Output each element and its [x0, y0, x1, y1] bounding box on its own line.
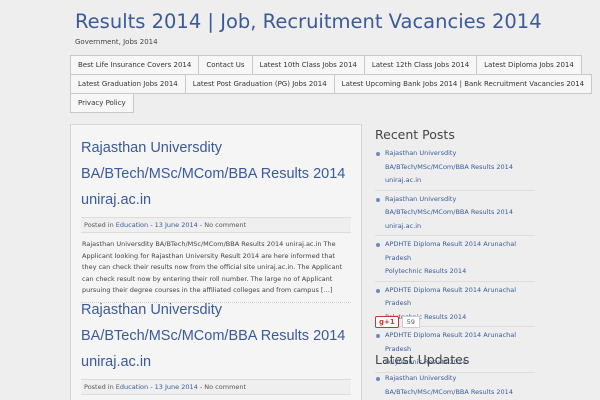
update-item[interactable]: Rajasthan Universdity BA/BTech/MSc/MCom/…: [375, 370, 535, 400]
category-link[interactable]: Education: [116, 221, 148, 229]
nav-item-life-insurance[interactable]: Best Life Insurance Covers 2014: [70, 55, 200, 75]
post-entry: Rajasthan Universdity BA/BTech/MSc/MCom/…: [81, 297, 351, 395]
gplus-count: 59: [401, 316, 421, 328]
content-area: Rajasthan Universdity BA/BTech/MSc/MCom/…: [70, 124, 362, 400]
meta-prefix: Posted in: [84, 221, 114, 229]
nav-item-pg-jobs[interactable]: Latest Post Graduation (PG) Jobs 2014: [184, 74, 335, 94]
main-navigation: Best Life Insurance Covers 2014 Contact …: [70, 55, 593, 113]
nav-row: Latest Graduation Jobs 2014 Latest Post …: [70, 74, 593, 94]
post-title-line[interactable]: Rajasthan Universdity: [81, 135, 351, 161]
gplus-label: +1: [384, 318, 395, 326]
post-title[interactable]: Rajasthan Universdity BA/BTech/MSc/MCom/…: [81, 135, 351, 213]
nav-item-10th-jobs[interactable]: Latest 10th Class Jobs 2014: [251, 55, 365, 75]
site-description: Government, Jobs 2014: [75, 38, 158, 46]
nav-item-12th-jobs[interactable]: Latest 12th Class Jobs 2014: [363, 55, 478, 75]
update-line[interactable]: Rajasthan Universdity: [385, 372, 535, 386]
latest-updates-heading: Latest Updates: [375, 352, 470, 367]
recent-post-line[interactable]: uniraj.ac.in: [385, 220, 535, 234]
recent-post-line[interactable]: uniraj.ac.in: [385, 174, 535, 188]
recent-post-line[interactable]: APDHTE Diploma Result 2014 Arunachal Pra…: [385, 284, 535, 311]
recent-post-line[interactable]: Rajasthan Universdity: [385, 193, 535, 207]
nav-item-contact[interactable]: Contact Us: [198, 55, 253, 75]
post-title-line[interactable]: BA/BTech/MSc/MCom/BBA Results 2014: [81, 161, 351, 187]
nav-item-diploma-jobs[interactable]: Latest Diploma Jobs 2014: [476, 55, 582, 75]
latest-updates-list: Rajasthan Universdity BA/BTech/MSc/MCom/…: [375, 370, 535, 400]
post-title-line[interactable]: uniraj.ac.in: [81, 349, 351, 375]
post-meta: Posted in Education - 13 June 2014 - No …: [81, 379, 351, 395]
post-meta: Posted in Education - 13 June 2014 - No …: [81, 217, 351, 233]
comment-link[interactable]: No comment: [204, 383, 246, 391]
nav-item-graduation-jobs[interactable]: Latest Graduation Jobs 2014: [70, 74, 186, 94]
nav-row: Privacy Policy: [70, 93, 520, 113]
nav-row: Best Life Insurance Covers 2014 Contact …: [70, 55, 582, 75]
date-link[interactable]: 13 June 2014: [155, 221, 198, 229]
recent-post-line[interactable]: APDHTE Diploma Result 2014 Arunachal Pra…: [385, 238, 535, 265]
recent-post-line[interactable]: BA/BTech/MSc/MCom/BBA Results 2014: [385, 161, 535, 175]
recent-post-line[interactable]: BA/BTech/MSc/MCom/BBA Results 2014: [385, 206, 535, 220]
post-excerpt: Rajasthan Universdity BA/BTech/MSc/MCom/…: [82, 240, 343, 294]
recent-post-line[interactable]: Polytechnic Results 2014: [385, 265, 535, 279]
post-title-line[interactable]: uniraj.ac.in: [81, 187, 351, 213]
category-link[interactable]: Education: [116, 383, 148, 391]
recent-post-item[interactable]: Rajasthan Universdity BA/BTech/MSc/MCom/…: [375, 145, 535, 191]
post-entry: Rajasthan Universdity BA/BTech/MSc/MCom/…: [81, 135, 351, 303]
meta-prefix: Posted in: [84, 383, 114, 391]
post-title[interactable]: Rajasthan Universdity BA/BTech/MSc/MCom/…: [81, 297, 351, 375]
recent-post-item[interactable]: APDHTE Diploma Result 2014 Arunachal Pra…: [375, 236, 535, 282]
google-plus-widget: g+1 59: [375, 316, 421, 328]
recent-post-line[interactable]: Rajasthan Universdity: [385, 147, 535, 161]
nav-item-bank-jobs[interactable]: Latest Upcoming Bank Jobs 2014 | Bank Re…: [333, 74, 593, 94]
post-title-line[interactable]: BA/BTech/MSc/MCom/BBA Results 2014: [81, 323, 351, 349]
site-title[interactable]: Results 2014 | Job, Recruitment Vacancie…: [75, 10, 542, 33]
comment-link[interactable]: No comment: [204, 221, 246, 229]
recent-posts-heading: Recent Posts: [375, 127, 455, 142]
nav-item-privacy-policy[interactable]: Privacy Policy: [70, 93, 134, 113]
recent-posts-list: Rajasthan Universdity BA/BTech/MSc/MCom/…: [375, 145, 535, 373]
date-link[interactable]: 13 June 2014: [155, 383, 198, 391]
google-plus-one-button[interactable]: g+1: [375, 316, 399, 328]
recent-post-item[interactable]: Rajasthan Universdity BA/BTech/MSc/MCom/…: [375, 191, 535, 236]
update-line[interactable]: BA/BTech/MSc/MCom/BBA Results 2014: [385, 386, 535, 400]
post-title-line[interactable]: Rajasthan Universdity: [81, 297, 351, 323]
